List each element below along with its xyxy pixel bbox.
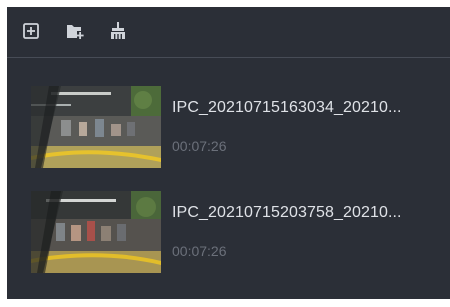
add-folder-button[interactable] — [65, 21, 85, 41]
file-duration: 00:07:26 — [172, 138, 227, 154]
video-list-panel: IPC_20210715163034_20210... 00:07:26 IPC… — [7, 7, 450, 299]
toolbar-divider — [7, 57, 450, 58]
file-list-item[interactable]: IPC_20210715163034_20210... 00:07:26 — [7, 83, 450, 171]
clear-list-button[interactable] — [108, 21, 128, 41]
video-thumbnail — [31, 191, 161, 273]
toolbar — [7, 7, 450, 57]
add-folder-icon — [67, 25, 84, 39]
add-box-icon — [23, 23, 39, 39]
broom-icon — [111, 22, 125, 39]
file-list-item[interactable]: IPC_20210715203758_20210... 00:07:26 — [7, 188, 450, 276]
file-duration: 00:07:26 — [172, 243, 227, 259]
add-file-button[interactable] — [21, 21, 41, 41]
file-name: IPC_20210715203758_20210... — [172, 204, 402, 221]
video-thumbnail — [31, 86, 161, 168]
file-name: IPC_20210715163034_20210... — [172, 99, 402, 116]
